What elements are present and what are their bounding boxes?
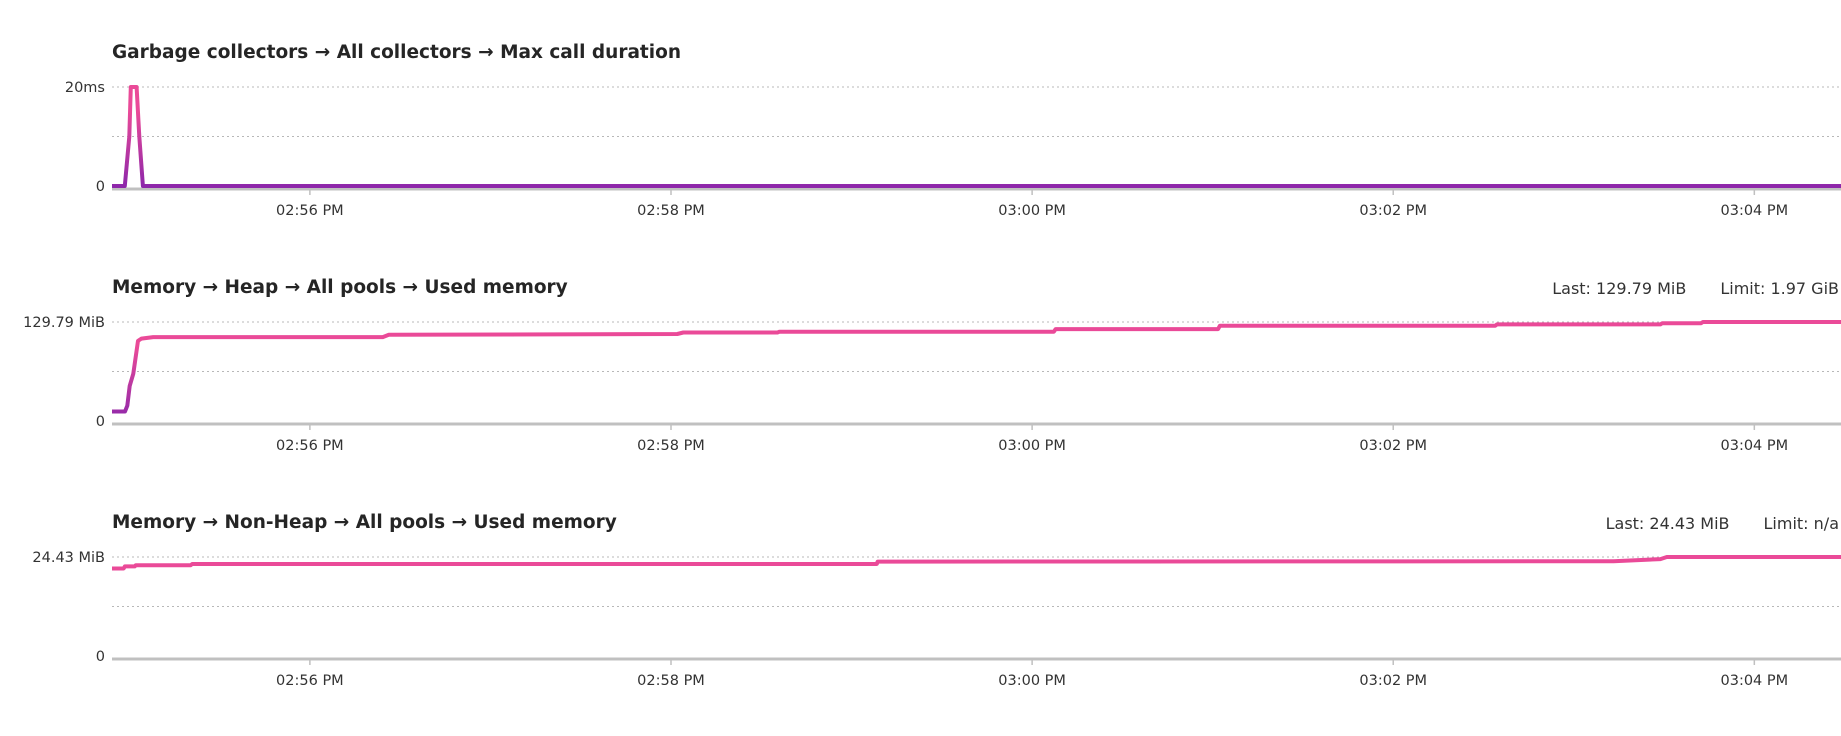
y-tick-label: 20ms	[65, 80, 105, 96]
x-tick-label: 02:58 PM	[637, 438, 705, 454]
x-tick-label: 03:02 PM	[1359, 673, 1427, 689]
last-value: Last: 129.79 MiB	[1552, 279, 1687, 298]
y-tick-label: 129.79 MiB	[23, 315, 105, 331]
x-tick-label: 03:04 PM	[1721, 673, 1789, 689]
y-tick-label: 0	[96, 414, 105, 430]
chart-title: Memory → Non-Heap → All pools → Used mem…	[112, 512, 617, 533]
limit-value: Limit: 1.97 GiB	[1720, 279, 1839, 298]
last-value: Last: 24.43 MiB	[1605, 514, 1730, 533]
series-line	[112, 320, 1841, 414]
limit-value: Limit: n/a	[1763, 514, 1839, 533]
x-tick-label: 02:56 PM	[276, 438, 344, 454]
x-tick-label: 03:02 PM	[1359, 203, 1427, 219]
chart-title: Memory → Heap → All pools → Used memory	[112, 277, 568, 298]
x-tick-label: 03:02 PM	[1359, 438, 1427, 454]
x-tick-label: 03:00 PM	[998, 203, 1066, 219]
x-tick-label: 02:56 PM	[276, 673, 344, 689]
y-tick-label: 24.43 MiB	[32, 550, 105, 566]
x-tick-label: 03:00 PM	[998, 673, 1066, 689]
chart-stats: Last: 129.79 MiB Limit: 1.97 GiB	[1518, 279, 1839, 298]
x-tick-label: 02:56 PM	[276, 203, 344, 219]
x-tick-label: 02:58 PM	[637, 203, 705, 219]
series-line	[112, 555, 1841, 571]
x-tick-label: 03:00 PM	[998, 438, 1066, 454]
y-tick-label: 0	[96, 649, 105, 665]
y-tick-label: 0	[96, 179, 105, 195]
chart-gc-max-call-duration: 20ms 0 02:56 PM 02:58 PM 03:00 PM 03:02 PM 03:…	[0, 30, 1841, 230]
x-tick-label: 03:04 PM	[1721, 203, 1789, 219]
x-tick-label: 03:04 PM	[1721, 438, 1789, 454]
x-tick-label: 02:58 PM	[637, 673, 705, 689]
chart-title: Garbage collectors → All collectors → Ma…	[112, 42, 682, 63]
chart-heap-used-memory: 129.79 MiB 0 02:56 PM 02:58 PM 03:00 PM 03:02…	[0, 265, 1841, 465]
chart-nonheap-used-memory: 24.43 MiB 0 02:56 PM 02:58 PM 03:00 PM 03:02 …	[0, 500, 1841, 700]
chart-stats: Last: 24.43 MiB Limit: n/a	[1572, 514, 1839, 533]
series-line	[112, 85, 1841, 188]
